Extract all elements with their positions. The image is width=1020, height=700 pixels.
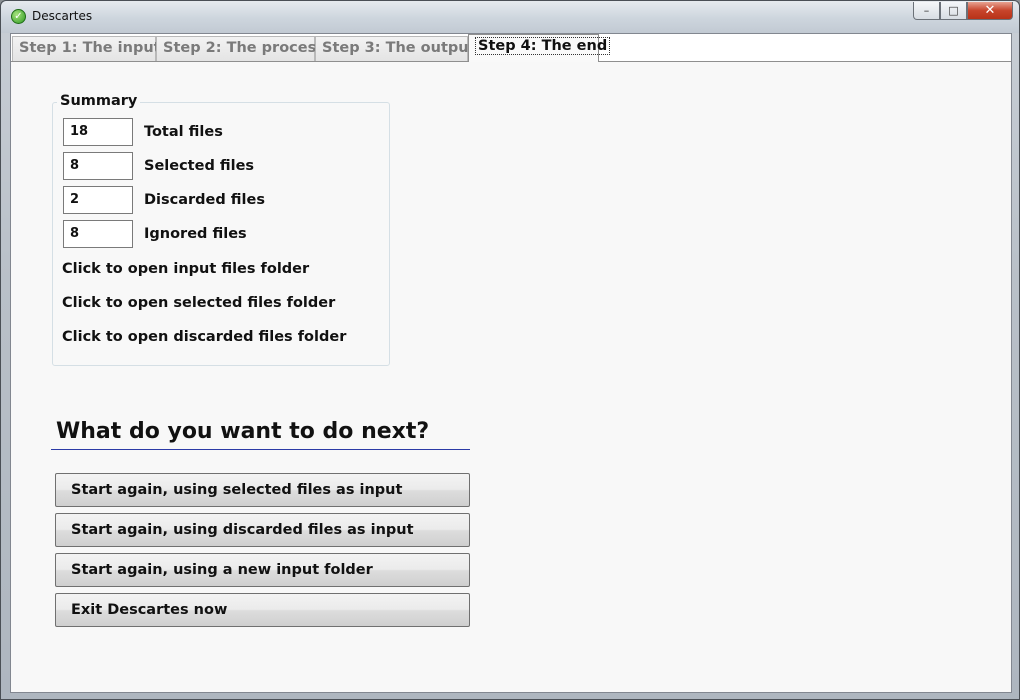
exit-button[interactable]: Exit Descartes now — [55, 593, 470, 627]
tab-step-4[interactable]: Step 4: The end — [468, 34, 611, 62]
tab-strip: Step 1: The input Step 2: The process St… — [11, 34, 1011, 62]
maximize-icon: □ — [948, 4, 959, 17]
stat-discarded: 2 Discarded files — [63, 186, 265, 214]
minimize-icon: – — [923, 4, 930, 17]
tab-content: Summary 18 Total files 8 Selected files … — [11, 61, 1011, 692]
window-title: Descartes — [32, 9, 93, 23]
minimize-button[interactable]: – — [913, 2, 940, 20]
total-files-label: Total files — [144, 124, 223, 140]
start-again-discarded-button[interactable]: Start again, using discarded files as in… — [55, 513, 470, 547]
tab-step-4-label: Step 4: The end — [475, 37, 611, 55]
selected-files-field[interactable]: 8 — [63, 152, 133, 180]
stat-total: 18 Total files — [63, 118, 223, 146]
tab-step-1[interactable]: Step 1: The input — [12, 36, 161, 61]
window-frame: ✓ Descartes – □ ✕ Step 1: The input Step… — [0, 0, 1020, 700]
close-button[interactable]: ✕ — [967, 2, 1013, 20]
discarded-files-field[interactable]: 2 — [63, 186, 133, 214]
next-heading: What do you want to do next? — [56, 419, 430, 444]
start-again-selected-button[interactable]: Start again, using selected files as inp… — [55, 473, 470, 507]
start-again-new-folder-button[interactable]: Start again, using a new input folder — [55, 553, 470, 587]
stat-ignored: 8 Ignored files — [63, 220, 247, 248]
close-icon: ✕ — [984, 3, 996, 18]
ignored-files-field[interactable]: 8 — [63, 220, 133, 248]
tab-step-2[interactable]: Step 2: The process — [156, 36, 325, 61]
tab-step-3[interactable]: Step 3: The output — [315, 36, 476, 61]
client-area: Step 1: The input Step 2: The process St… — [10, 33, 1012, 693]
selected-files-label: Selected files — [144, 158, 255, 174]
check-icon: ✓ — [11, 9, 26, 24]
heading-divider — [51, 449, 470, 450]
discarded-files-label: Discarded files — [144, 192, 265, 208]
summary-title: Summary — [57, 93, 141, 109]
total-files-field[interactable]: 18 — [63, 118, 133, 146]
open-selected-folder-link[interactable]: Click to open selected files folder — [62, 295, 335, 311]
stat-selected: 8 Selected files — [63, 152, 254, 180]
open-discarded-folder-link[interactable]: Click to open discarded files folder — [62, 329, 346, 345]
maximize-button[interactable]: □ — [940, 2, 967, 20]
caption-buttons: – □ ✕ — [913, 2, 1013, 22]
ignored-files-label: Ignored files — [144, 226, 247, 242]
title-bar[interactable]: ✓ Descartes – □ ✕ — [1, 1, 1019, 33]
open-input-folder-link[interactable]: Click to open input files folder — [62, 261, 309, 277]
